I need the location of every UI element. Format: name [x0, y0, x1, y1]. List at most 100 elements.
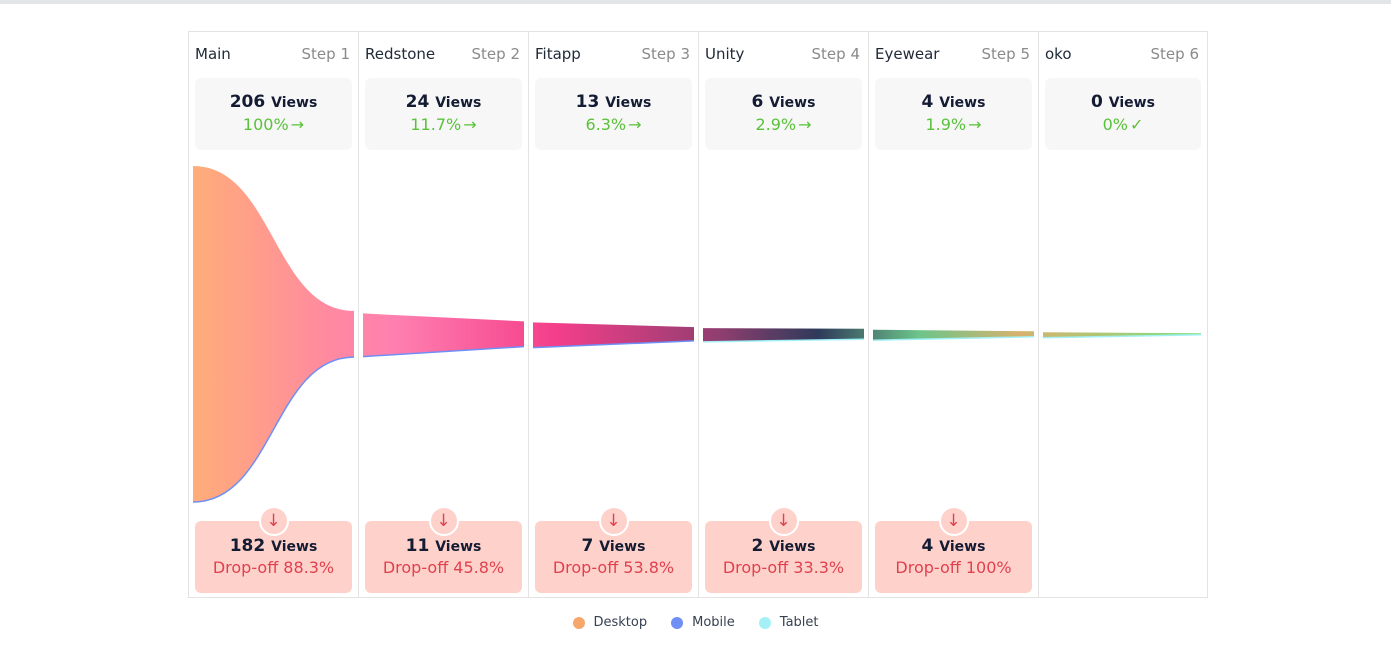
- step-header: oko Step 6: [1045, 44, 1199, 64]
- conversion-value: 0%: [1102, 115, 1128, 134]
- legend-item-desktop[interactable]: Desktop: [572, 615, 648, 630]
- dropoff-card: ↓ 7 Views Drop-off 53.8%: [535, 506, 692, 593]
- views-unit: Views: [1108, 95, 1155, 111]
- legend-dot: [572, 616, 585, 629]
- views-count: 0 Views: [1045, 92, 1201, 112]
- dropoff-rate: Drop-off 33.3%: [722, 558, 845, 577]
- step-views-card: 24 Views 11.7% →: [365, 78, 522, 150]
- step-name: Eyewear: [875, 45, 940, 63]
- dropoff-views-number: 182: [229, 536, 266, 556]
- top-bar: [0, 0, 1391, 4]
- legend-label: Desktop: [593, 615, 648, 630]
- check-icon: ✓: [1129, 115, 1144, 134]
- dropoff-rate: Drop-off 45.8%: [382, 558, 505, 577]
- legend-item-tablet[interactable]: Tablet: [758, 615, 819, 630]
- step-views-card: 13 Views 6.3% →: [535, 78, 692, 150]
- views-number: 6: [751, 92, 764, 112]
- conversion-rate: 6.3% →: [535, 115, 692, 134]
- step-header: Main Step 1: [195, 44, 350, 64]
- views-number: 13: [575, 92, 600, 112]
- arrow-right-icon: →: [968, 115, 982, 134]
- arrow-down-icon: ↓: [938, 506, 969, 536]
- views-count: 24 Views: [365, 92, 522, 112]
- conversion-value: 6.3%: [585, 115, 627, 134]
- views-count: 13 Views: [535, 92, 692, 112]
- dropoff-rate: Drop-off 100%: [895, 558, 1012, 577]
- dropoff-card: ↓ 182 Views Drop-off 88.3%: [195, 506, 352, 593]
- views-number: 24: [405, 92, 430, 112]
- step-number: Step 4: [811, 45, 860, 63]
- step-views-card: 4 Views 1.9% →: [875, 78, 1032, 150]
- chart-legend: Desktop Mobile Tablet: [0, 615, 1391, 630]
- views-number: 206: [229, 92, 266, 112]
- funnel-step-1: Main Step 1 206 Views 100% → ↓ 182 Views Drop-o…: [189, 32, 359, 597]
- step-header: Unity Step 4: [705, 44, 860, 64]
- arrow-down-icon: ↓: [768, 506, 799, 536]
- views-number: 0: [1091, 92, 1103, 112]
- conversion-value: 100%: [242, 115, 289, 134]
- views-unit: Views: [605, 95, 652, 111]
- dropoff-views: 182 Views: [195, 536, 352, 556]
- conversion-rate: 100% →: [195, 115, 352, 134]
- conversion-value: 1.9%: [925, 115, 967, 134]
- step-header: Redstone Step 2: [365, 44, 520, 64]
- views-unit: Views: [271, 539, 318, 555]
- step-name: Fitapp: [535, 45, 581, 63]
- views-unit: Views: [435, 539, 482, 555]
- step-name: Redstone: [365, 45, 436, 63]
- arrow-right-icon: →: [798, 115, 812, 134]
- step-number: Step 2: [471, 45, 520, 63]
- conversion-value: 11.7%: [410, 115, 462, 134]
- dropoff-card: ↓ 2 Views Drop-off 33.3%: [705, 506, 862, 593]
- views-count: 206 Views: [195, 92, 352, 112]
- funnel-step-6: oko Step 6 0 Views 0% ✓: [1039, 32, 1207, 597]
- conversion-rate: 11.7% →: [365, 115, 522, 134]
- conversion-rate: 1.9% →: [875, 115, 1032, 134]
- step-header: Eyewear Step 5: [875, 44, 1030, 64]
- step-name: Unity: [705, 45, 745, 63]
- views-unit: Views: [769, 539, 816, 555]
- legend-item-mobile[interactable]: Mobile: [671, 615, 735, 630]
- step-views-card: 0 Views 0% ✓: [1045, 78, 1201, 150]
- arrow-down-icon: ↓: [258, 506, 289, 536]
- dropoff-views-number: 7: [581, 536, 594, 556]
- step-number: Step 3: [641, 45, 690, 63]
- dropoff-card: ↓ 11 Views Drop-off 45.8%: [365, 506, 522, 593]
- arrow-down-icon: ↓: [428, 506, 459, 536]
- dropoff-views: 11 Views: [365, 536, 522, 556]
- dropoff-views-number: 4: [921, 536, 934, 556]
- legend-label: Tablet: [779, 615, 819, 630]
- step-views-card: 206 Views 100% →: [195, 78, 352, 150]
- views-unit: Views: [769, 95, 816, 111]
- views-count: 4 Views: [875, 92, 1032, 112]
- conversion-rate: 2.9% →: [705, 115, 862, 134]
- views-number: 4: [921, 92, 934, 112]
- step-name: oko: [1045, 45, 1072, 63]
- legend-label: Mobile: [692, 615, 735, 630]
- views-unit: Views: [939, 95, 986, 111]
- dropoff-views-number: 11: [405, 536, 430, 556]
- arrow-right-icon: →: [290, 115, 305, 134]
- arrow-right-icon: →: [628, 115, 642, 134]
- conversion-value: 2.9%: [755, 115, 797, 134]
- legend-dot: [758, 616, 771, 629]
- step-name: Main: [195, 45, 231, 63]
- dropoff-views: 7 Views: [535, 536, 692, 556]
- dropoff-card: ↓ 4 Views Drop-off 100%: [875, 506, 1032, 593]
- views-unit: Views: [271, 95, 318, 111]
- step-number: Step 1: [301, 45, 350, 63]
- step-number: Step 5: [981, 45, 1030, 63]
- funnel-step-5: Eyewear Step 54 Views 1.9% → ↓ 4 Views Drop-of…: [869, 32, 1039, 597]
- views-count: 6 Views: [705, 92, 862, 112]
- funnel-chart: Main Step 1 206 Views 100% → ↓ 182 Views Drop-o…: [188, 31, 1208, 598]
- views-unit: Views: [939, 539, 986, 555]
- step-views-card: 6 Views 2.9% →: [705, 78, 862, 150]
- step-number: Step 6: [1150, 45, 1199, 63]
- legend-dot: [671, 616, 684, 629]
- dropoff-rate: Drop-off 53.8%: [552, 558, 675, 577]
- funnel-step-4: Unity Step 4 6 Views 2.9% → ↓ 2 Views Drop-off …: [699, 32, 869, 597]
- views-unit: Views: [599, 539, 646, 555]
- arrow-right-icon: →: [463, 115, 477, 134]
- step-header: Fitapp Step 3: [535, 44, 690, 64]
- conversion-rate: 0% ✓: [1045, 115, 1201, 134]
